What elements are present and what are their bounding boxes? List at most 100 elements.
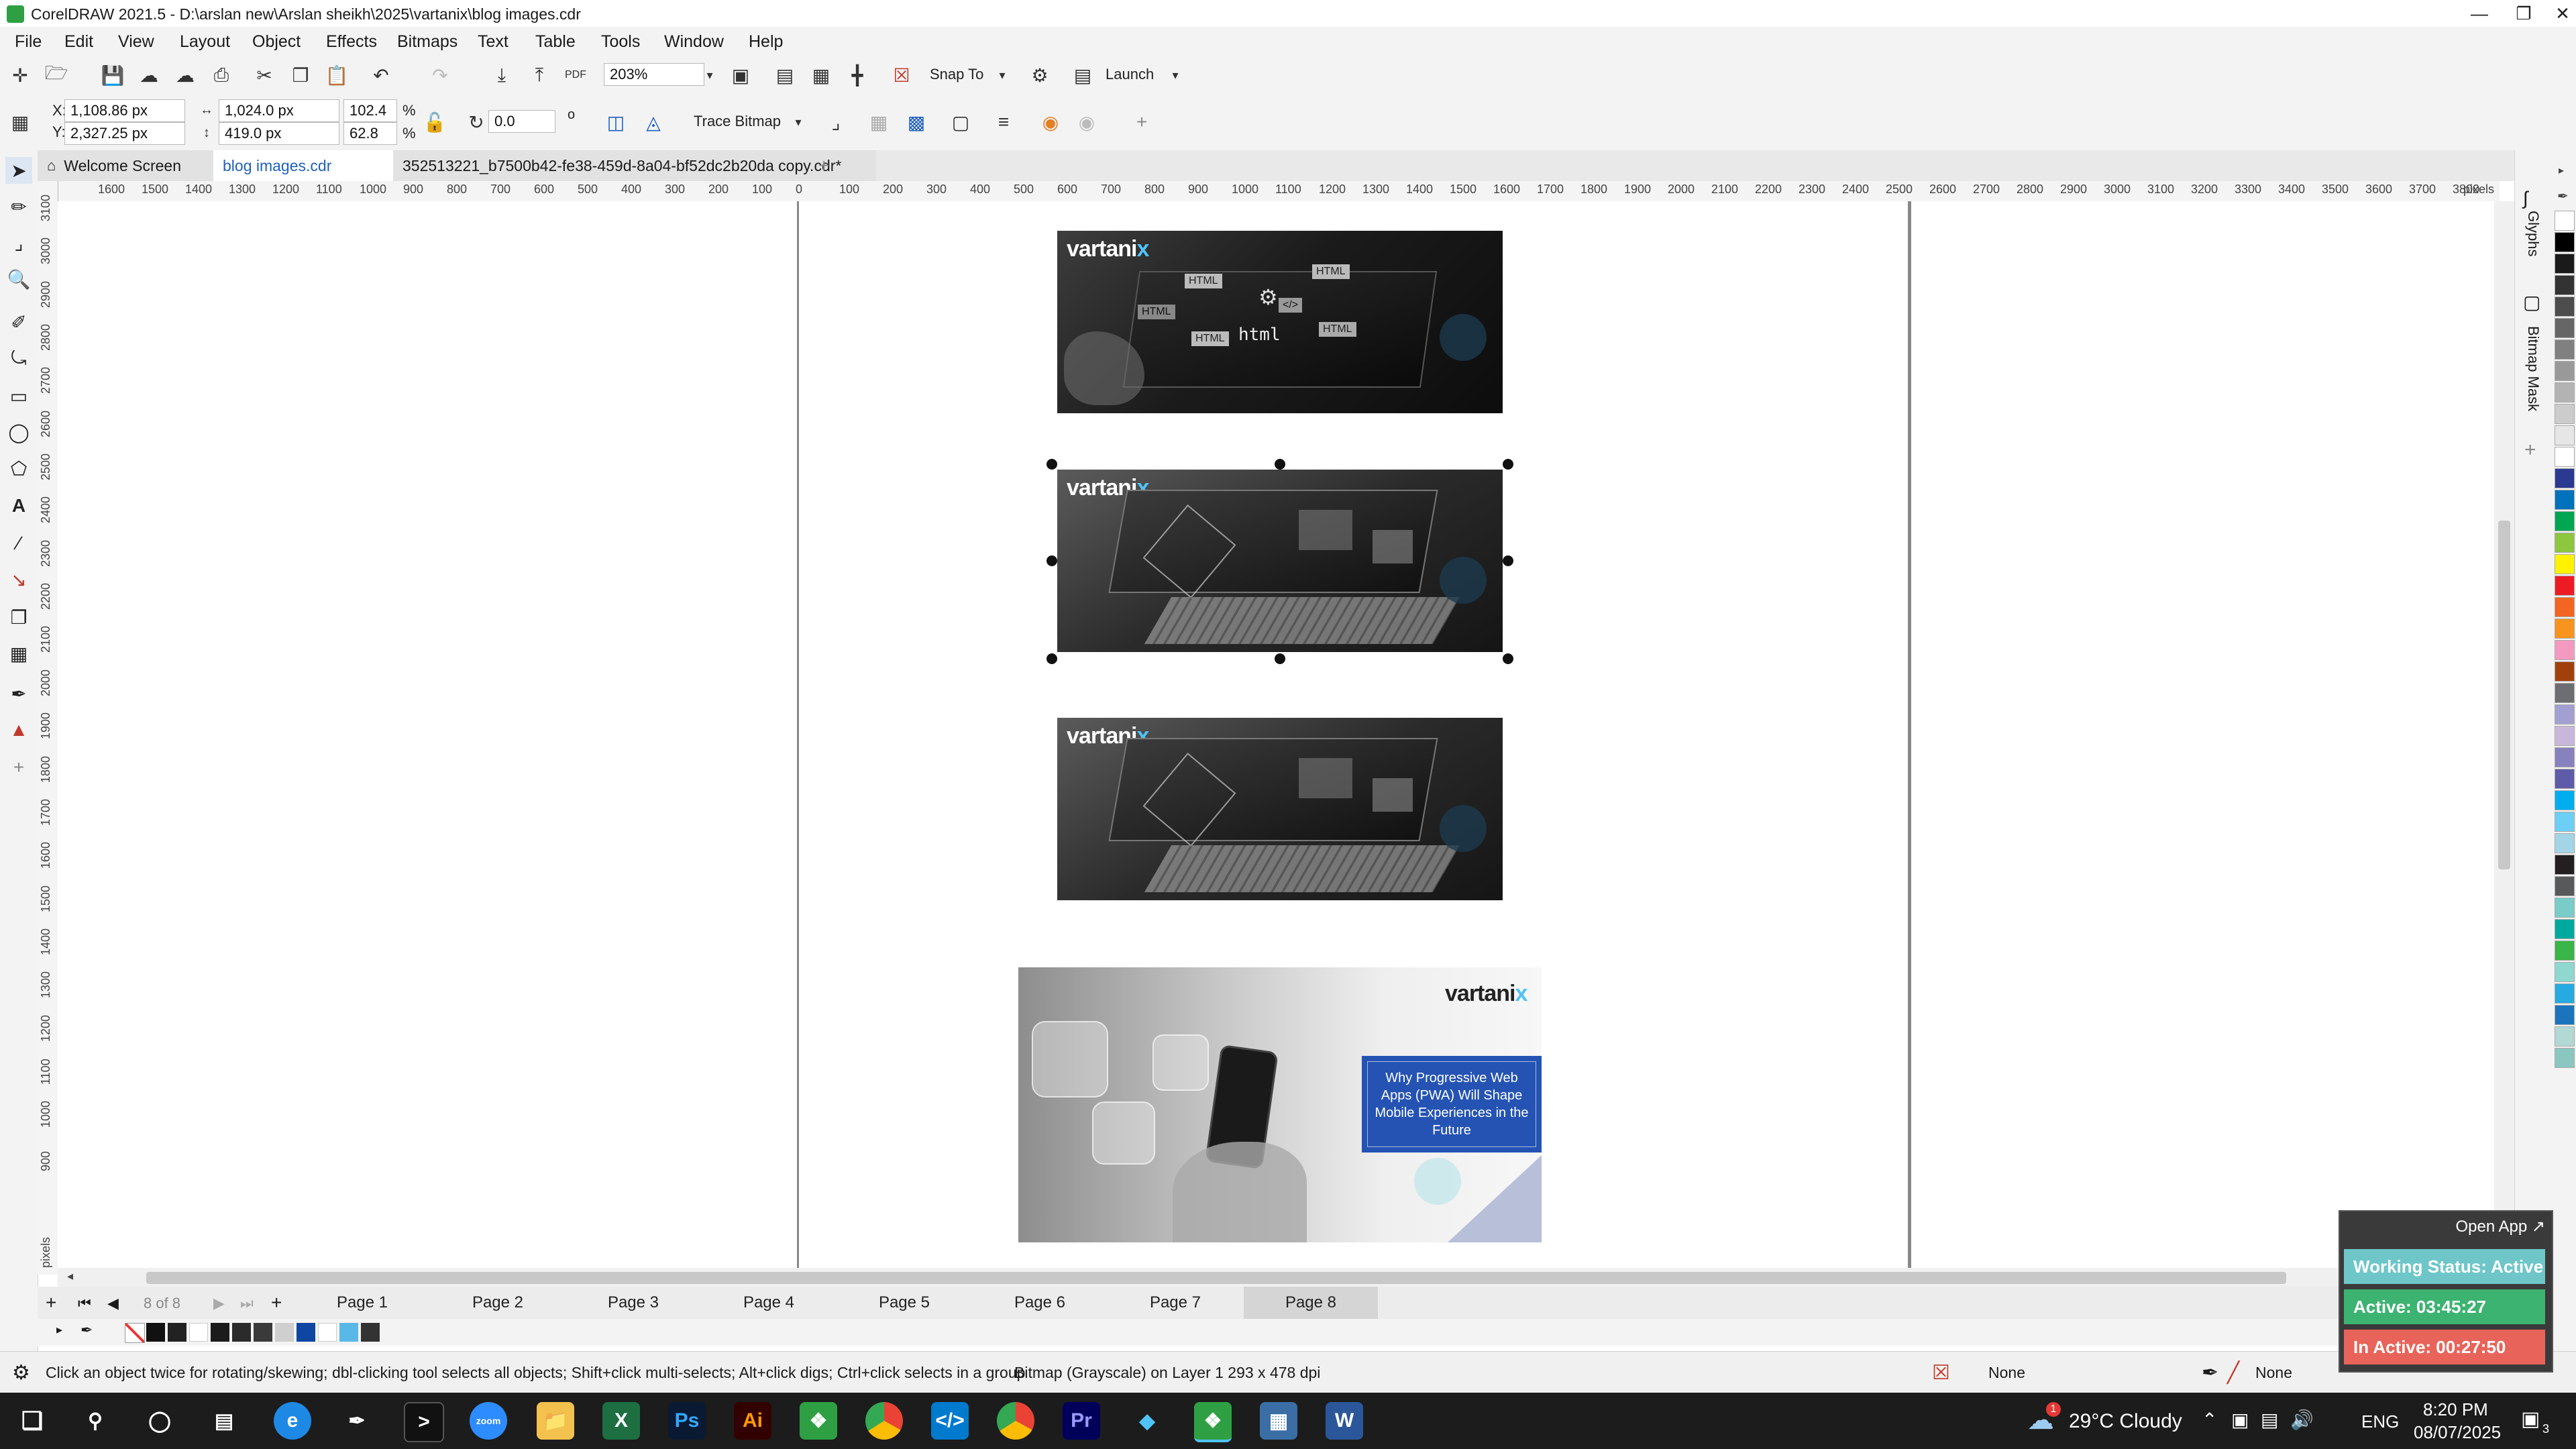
connector-tool-icon[interactable]: ↘ [5,566,32,593]
menu-object[interactable]: Object [252,32,301,52]
palette-swatch[interactable] [2555,769,2575,789]
palette-swatch[interactable] [2555,382,2575,402]
open-folder-icon[interactable]: 🗁 [43,62,70,89]
fill-indicator-icon[interactable]: ☒ [1932,1361,1950,1385]
wrap-text-icon[interactable]: ≡ [990,109,1017,136]
palette-swatch[interactable] [2555,962,2575,982]
palette-swatch[interactable] [2555,339,2575,360]
doc-palette-arrow-icon[interactable]: ▸ [56,1323,62,1337]
snap-icon[interactable]: ☒ [888,62,915,89]
launch-icon[interactable]: ▤ [1069,62,1096,89]
selection-handle-w[interactable] [1046,555,1057,566]
palette-swatch[interactable] [2555,619,2575,639]
paste-icon[interactable]: 📋 [323,62,350,89]
clock-time[interactable]: 8:20 PM [2423,1399,2488,1420]
palette-swatch[interactable] [2555,1005,2575,1025]
scale-y-input[interactable]: 62.8 [343,122,397,145]
status-gear-icon[interactable]: ⚙ [12,1361,30,1385]
add-page-end-icon[interactable]: + [271,1292,282,1313]
options-gear-icon[interactable]: ⚙ [1026,62,1053,89]
snap-to-label[interactable]: Snap To [930,66,983,83]
new-document-icon[interactable]: ✛ [7,62,34,89]
freehand-tool-icon[interactable]: ✐ [5,309,32,335]
palette-swatch[interactable] [2555,361,2575,381]
notification-icon[interactable]: ▣ [2521,1407,2540,1431]
doc-swatch[interactable] [168,1323,186,1342]
horizontal-ruler[interactable]: 1600 1500 1400 1300 1200 1100 1000 900 800 700 600… [58,181,2500,202]
palette-swatch[interactable] [2555,511,2575,531]
export-icon[interactable]: ⤒ [526,62,553,89]
palette-swatch[interactable] [2555,576,2575,596]
palette-swatch[interactable] [2555,468,2575,488]
weather-text[interactable]: 29°C Cloudy [2069,1410,2182,1433]
pen-app-icon[interactable]: ✒ [338,1402,376,1440]
palette-swatch[interactable] [2555,941,2575,961]
vscode-icon[interactable]: </> [931,1402,969,1440]
page-tab-5[interactable]: Page 5 [837,1287,971,1319]
zoom-dropdown-icon[interactable]: ▾ [696,62,723,89]
vertical-scrollbar[interactable] [2494,201,2514,1268]
coreldraw-taskbar-icon[interactable]: ❖ [800,1402,837,1440]
doc-swatch[interactable] [339,1323,358,1342]
first-page-icon[interactable]: ⏮ [78,1295,91,1312]
selection-handle-n[interactable] [1275,459,1285,470]
palette-scroll-up-icon[interactable]: ▸ [2559,164,2564,177]
to-front-icon[interactable]: ◉ [1037,109,1064,136]
palette-swatch[interactable] [2555,704,2575,724]
palette-swatch[interactable] [2555,404,2575,424]
page-tab-8[interactable]: Page 8 [1244,1287,1378,1319]
show-grid-icon[interactable]: ▦ [808,62,835,89]
edge-browser-icon[interactable]: e [274,1402,311,1440]
full-screen-icon[interactable]: ▣ [727,62,754,89]
y-position-input[interactable]: 2,327.25 px [64,122,185,145]
excel-icon[interactable]: X [602,1402,640,1440]
menu-effects[interactable]: Effects [326,32,377,52]
tray-meet-icon[interactable]: ▣ [2231,1409,2249,1431]
page-tab-6[interactable]: Page 6 [973,1287,1107,1319]
menu-tools[interactable]: Tools [601,32,640,52]
page-tab-1[interactable]: Page 1 [295,1287,429,1319]
transparency-tool-icon[interactable]: ▦ [5,640,32,667]
palette-swatch[interactable] [2555,747,2575,767]
palette-swatch[interactable] [2555,898,2575,918]
doc-swatch[interactable] [361,1323,380,1342]
edit-bitmap-icon[interactable]: ▩ [903,109,930,136]
palette-eyedropper-icon[interactable]: ✒ [2557,188,2569,205]
palette-swatch[interactable] [2555,490,2575,510]
parallel-dimension-icon[interactable]: ∕ [5,530,32,557]
palette-swatch[interactable] [2555,661,2575,682]
doc-swatch[interactable] [297,1323,315,1342]
menu-window[interactable]: Window [664,32,724,52]
bitmap-border-icon[interactable]: ▢ [947,109,974,136]
file-explorer-icon[interactable]: 📁 [537,1402,574,1440]
eyedropper-tool-icon[interactable]: ✒ [5,680,32,707]
x-position-input[interactable]: 1,108.86 px [64,99,185,122]
redo-icon[interactable]: ↷ [427,62,453,89]
tab-blog-images[interactable]: blog images.cdr [213,150,394,181]
horizontal-scrollbar[interactable]: ◂ [58,1268,2500,1287]
trace-bitmap-dropdown-icon[interactable]: ▾ [785,109,812,136]
to-back-icon[interactable]: ◉ [1073,109,1100,136]
palette-swatch[interactable] [2555,1026,2575,1046]
palette-swatch[interactable] [2555,919,2575,939]
photoshop-icon[interactable]: Ps [668,1402,706,1440]
selection-handle-s[interactable] [1275,653,1285,664]
cloud-save-icon[interactable]: ☁ [136,62,162,89]
selection-handle-e[interactable] [1503,555,1513,566]
vertical-ruler[interactable]: 3100 3000 2900 2800 2700 2600 2500 2400 2300 2200… [38,181,58,1275]
menu-layout[interactable]: Layout [180,32,230,52]
open-app-link[interactable]: Open App ↗ [2455,1217,2545,1236]
doc-palette-eyedropper-icon[interactable]: ✒ [80,1322,93,1339]
tray-chevron-icon[interactable]: ⌃ [2202,1409,2217,1431]
clock-date[interactable]: 08/07/2025 [2414,1422,2501,1443]
doc-swatch[interactable] [254,1323,272,1342]
page-tab-2[interactable]: Page 2 [431,1287,565,1319]
add-property-icon[interactable]: + [1128,109,1155,136]
blog-image-html-laptop[interactable]: vartanix HTML HTML HTML </> HTML html HT… [1057,231,1503,413]
new-tab-icon[interactable]: + [809,150,843,181]
lock-ratio-icon[interactable]: 🔓 [421,109,448,136]
palette-swatch[interactable] [2555,275,2575,295]
page-tab-7[interactable]: Page 7 [1108,1287,1242,1319]
chrome-profile-icon[interactable] [997,1402,1034,1440]
menu-text[interactable]: Text [478,32,508,52]
